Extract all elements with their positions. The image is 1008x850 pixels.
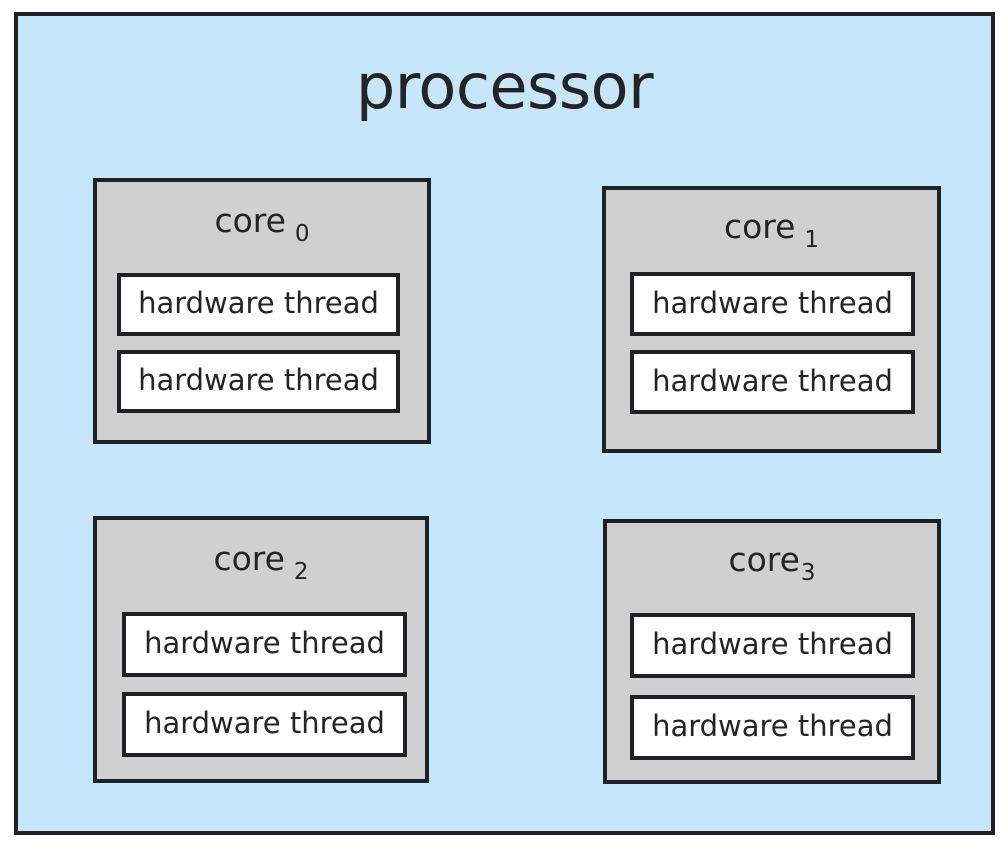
core-box-2: core 2 hardware thread hardware thread [93, 516, 429, 783]
hardware-thread-box: hardware thread [122, 612, 407, 677]
core-box-0: core 0 hardware thread hardware thread [93, 178, 431, 444]
hardware-thread-label: hardware thread [138, 363, 379, 397]
core-index-2: 2 [293, 559, 309, 585]
processor-container: processor core 0 hardware thread hardware… [14, 12, 995, 835]
hardware-thread-label: hardware thread [652, 363, 893, 398]
core-label-1: core 1 [606, 207, 937, 252]
core-box-1: core 1 hardware thread hardware thread [602, 186, 941, 453]
core-box-3: core3 hardware thread hardware thread [603, 519, 941, 784]
hardware-thread-label: hardware thread [144, 706, 385, 740]
hardware-thread-label: hardware thread [144, 626, 385, 660]
hardware-thread-label: hardware thread [652, 709, 893, 743]
hardware-thread-box: hardware thread [630, 350, 915, 414]
hardware-thread-box: hardware thread [117, 273, 400, 336]
core-index-1: 1 [804, 227, 820, 253]
hardware-thread-label: hardware thread [652, 627, 893, 661]
core-label-text-1: core [723, 207, 796, 246]
hardware-thread-box: hardware thread [630, 695, 915, 760]
hardware-thread-box: hardware thread [630, 272, 915, 336]
hardware-thread-label: hardware thread [652, 285, 893, 320]
hardware-thread-box: hardware thread [630, 613, 915, 678]
core-label-text-0: core [214, 201, 286, 240]
hardware-thread-label: hardware thread [138, 286, 379, 320]
hardware-thread-box: hardware thread [117, 350, 400, 413]
core-label-text-3: core [728, 540, 800, 579]
core-index-3: 3 [800, 560, 816, 586]
core-label-2: core 2 [97, 539, 425, 584]
core-label-text-2: core [213, 539, 285, 578]
hardware-thread-box: hardware thread [122, 692, 407, 757]
core-label-3: core3 [607, 540, 937, 585]
processor-title: processor [355, 50, 654, 123]
core-label-0: core 0 [97, 201, 427, 246]
diagram-canvas: processor core 0 hardware thread hardware… [0, 0, 1008, 850]
core-index-0: 0 [294, 221, 310, 247]
